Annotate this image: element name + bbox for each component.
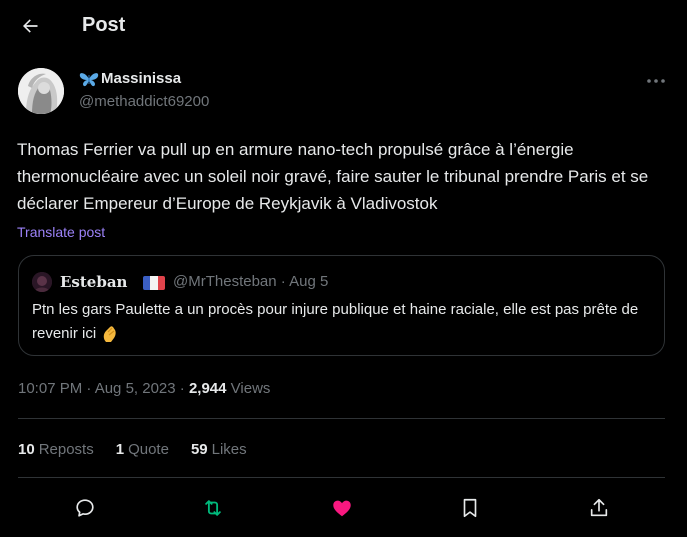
repost-button[interactable] <box>195 490 231 526</box>
share-icon <box>590 498 608 517</box>
pinched-fingers-icon <box>104 326 117 343</box>
author-handle[interactable]: @methaddict69200 <box>79 93 209 110</box>
quote-text: Ptn les gars Paulette a un procès pour i… <box>32 301 639 342</box>
bookmark-icon <box>463 498 477 518</box>
action-bar <box>0 490 687 526</box>
reply-icon <box>76 499 94 517</box>
quote-handle-date: @MrThesteban · Aug 5 <box>173 273 329 290</box>
reply-button[interactable] <box>67 490 103 526</box>
post-timestamp[interactable]: 10:07 PM · Aug 5, 2023 · <box>18 380 189 397</box>
quotes-stat[interactable]: 1 Quote <box>116 441 169 458</box>
like-button[interactable] <box>324 490 360 526</box>
quote-card[interactable]: Esteban @MrThesteban · Aug 5 Ptn les gar… <box>18 255 665 356</box>
author-name-label: Massinissa <box>101 70 182 87</box>
header: Post <box>0 0 687 53</box>
more-button[interactable] <box>642 70 670 92</box>
divider-top <box>18 418 665 419</box>
quote-author-name: Esteban <box>60 273 128 291</box>
more-icon <box>647 79 665 83</box>
avatar[interactable] <box>18 68 64 114</box>
like-icon <box>333 500 351 517</box>
post-meta: 10:07 PM · Aug 5, 2023 · 2,944 Views <box>18 380 270 397</box>
author-name[interactable]: Massinissa <box>79 70 181 87</box>
reposts-stat[interactable]: 10 Reposts <box>18 441 94 458</box>
butterfly-icon <box>79 72 99 86</box>
bookmark-button[interactable] <box>452 490 488 526</box>
share-button[interactable] <box>581 490 617 526</box>
quote-text-block: Ptn les gars Paulette a un procès pour i… <box>32 298 657 346</box>
post-text: Thomas Ferrier va pull up en armure nano… <box>17 140 649 213</box>
engagement-stats: 10 Reposts 1 Quote 59 Likes <box>18 441 247 458</box>
france-flag-icon <box>143 276 165 290</box>
views-label: Views <box>226 380 271 397</box>
views-count: 2,944 <box>188 380 227 397</box>
page-title: Post <box>82 14 126 36</box>
quote-avatar <box>32 272 52 292</box>
back-button[interactable] <box>14 12 46 40</box>
likes-stat[interactable]: 59 Likes <box>191 441 247 458</box>
divider-bottom <box>18 477 665 478</box>
repost-icon <box>205 500 221 516</box>
translate-post-link[interactable]: Translate post <box>17 224 105 240</box>
back-arrow-icon <box>23 19 38 33</box>
